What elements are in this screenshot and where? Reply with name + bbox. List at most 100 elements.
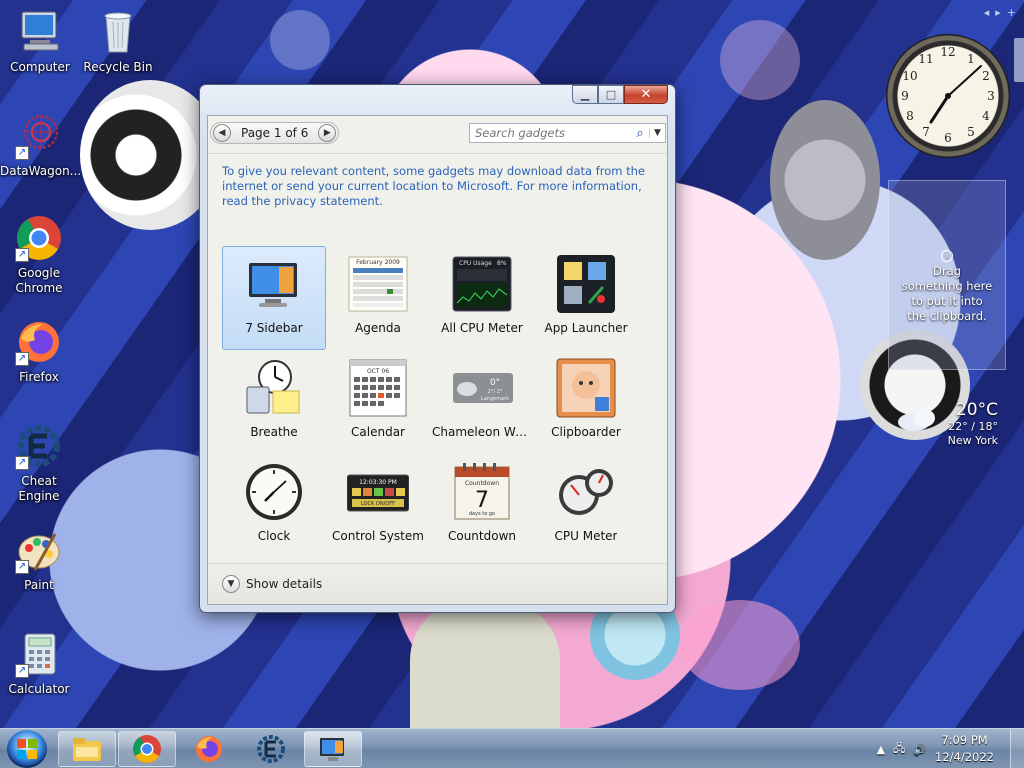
clipboard-hint: Drag something here to put it into the c… bbox=[901, 264, 993, 323]
taskbar-gadgets-button[interactable] bbox=[304, 731, 362, 767]
clock-hands-icon bbox=[929, 65, 982, 124]
wallpaper-bubble bbox=[270, 10, 330, 70]
chevron-down-icon[interactable]: ▼ bbox=[222, 575, 240, 593]
desktop-icon-paint[interactable]: ↗ Paint bbox=[0, 526, 78, 593]
sidebar-next-icon[interactable]: ▸ bbox=[995, 6, 1001, 19]
info-icon: i bbox=[941, 250, 953, 262]
show-details-label: Show details bbox=[246, 577, 323, 591]
shortcut-arrow-icon: ↗ bbox=[15, 248, 29, 262]
weather-city: New York bbox=[947, 434, 998, 447]
countdown-icon: Countdown 7 days to go bbox=[451, 461, 513, 523]
taskbar-date: 12/4/2022 bbox=[935, 750, 994, 764]
agenda-icon: February 2009 bbox=[347, 253, 409, 315]
gadget-item[interactable]: CPU Usage 8% All CPU Meter bbox=[430, 246, 534, 350]
gadget-item[interactable]: OCT 06 Calendar bbox=[326, 350, 430, 454]
show-desktop-button[interactable] bbox=[1010, 729, 1024, 768]
divider bbox=[208, 153, 667, 154]
privacy-notice[interactable]: To give you relevant content, some gadge… bbox=[222, 164, 652, 209]
sidebar-controls: ◂ ▸ + bbox=[984, 6, 1016, 19]
taskbar: ▲ 🖧 🔊 7:09 PM 12/4/2022 bbox=[0, 728, 1024, 768]
gadget-item[interactable]: Clock bbox=[222, 454, 326, 558]
computer-icon bbox=[16, 8, 64, 56]
chevron-left-icon: ◀ bbox=[218, 128, 226, 138]
chevron-right-icon: ▶ bbox=[323, 128, 331, 138]
gadget-toolbar[interactable] bbox=[1014, 38, 1024, 82]
close-button[interactable]: ✕ bbox=[624, 85, 668, 104]
desktop-icon-recycle-bin[interactable]: Recycle Bin bbox=[79, 8, 157, 75]
start-button[interactable] bbox=[7, 730, 47, 768]
system-tray: ▲ 🖧 🔊 7:09 PM 12/4/2022 bbox=[877, 729, 1024, 768]
weather-gadget[interactable]: 20°C 22° / 18° New York bbox=[888, 384, 1006, 456]
gadget-item[interactable]: February 2009 Agenda bbox=[326, 246, 430, 350]
sidebar-prev-icon[interactable]: ◂ bbox=[984, 6, 990, 19]
weather-range: 22° / 18° bbox=[948, 420, 998, 433]
clock-icon bbox=[243, 461, 305, 523]
chrome-icon bbox=[133, 735, 161, 763]
desktop-icon-calculator[interactable]: ↗ Calculator bbox=[0, 630, 78, 697]
taskbar-firefox-button[interactable] bbox=[180, 731, 238, 767]
taskbar-chrome-button[interactable] bbox=[118, 731, 176, 767]
cpu-meter-icon bbox=[555, 461, 617, 523]
svg-text:0°: 0° bbox=[490, 378, 500, 388]
close-icon: ✕ bbox=[640, 87, 652, 102]
desktop-icon-computer[interactable]: Computer bbox=[1, 8, 79, 75]
gadget-item[interactable]: 7 Sidebar bbox=[222, 246, 326, 350]
search-input[interactable] bbox=[470, 124, 631, 142]
prev-page-button[interactable]: ◀ bbox=[213, 124, 231, 142]
taskbar-explorer-button[interactable] bbox=[58, 731, 116, 767]
cloud-icon bbox=[898, 409, 935, 431]
gadget-item[interactable]: Breathe bbox=[222, 350, 326, 454]
volume-icon[interactable]: 🔊 bbox=[913, 743, 927, 756]
sidebar-icon bbox=[243, 253, 305, 315]
gadget-item[interactable]: Clipboarder bbox=[534, 350, 638, 454]
taskbar-clock[interactable]: 7:09 PM 12/4/2022 bbox=[935, 732, 994, 766]
wallpaper-bubble bbox=[680, 600, 800, 690]
firefox-icon bbox=[196, 736, 222, 762]
minimize-icon: ▁ bbox=[580, 88, 590, 101]
gadget-gallery-window: ▁ □ ✕ ◀ Page 1 of 6 ▶ ⌕ ▼ To give you re… bbox=[199, 84, 676, 613]
gadget-item[interactable]: Countdown 7 days to go Countdown bbox=[430, 454, 534, 558]
next-page-button[interactable]: ▶ bbox=[318, 124, 337, 142]
show-hidden-icons-icon[interactable]: ▲ bbox=[877, 743, 885, 756]
desktop: Computer Recycle Bin ↗ DataWagon... ↗ Go… bbox=[0, 0, 1024, 728]
minimize-button[interactable]: ▁ bbox=[572, 85, 598, 104]
shortcut-arrow-icon: ↗ bbox=[15, 456, 29, 470]
network-icon[interactable]: 🖧 bbox=[893, 740, 905, 759]
svg-text:12:03:30 PM: 12:03:30 PM bbox=[359, 479, 397, 486]
wallpaper-bubble bbox=[720, 20, 800, 100]
svg-text:2°/ 2°: 2°/ 2° bbox=[488, 389, 503, 395]
desktop-icon-datawagon[interactable]: ↗ DataWagon... bbox=[0, 112, 81, 179]
maximize-button[interactable]: □ bbox=[598, 85, 624, 104]
calculator-icon: ↗ bbox=[15, 630, 63, 678]
shortcut-arrow-icon: ↗ bbox=[15, 664, 29, 678]
cheat-engine-icon bbox=[257, 735, 285, 763]
desktop-icon-firefox[interactable]: ↗ Firefox bbox=[0, 318, 78, 385]
show-details-bar[interactable]: ▼ Show details bbox=[208, 563, 667, 604]
paint-icon: ↗ bbox=[15, 526, 63, 574]
clock-gadget[interactable]: 12 1 2 3 4 5 6 7 8 9 10 11 bbox=[886, 34, 1010, 158]
taskbar-cheat-engine-button[interactable] bbox=[242, 731, 300, 767]
gadget-item[interactable]: CPU Meter bbox=[534, 454, 638, 558]
gadget-item[interactable]: 12:03:30 PM LOCK ON/OFF Control System bbox=[326, 454, 430, 558]
search-icon[interactable]: ⌕ bbox=[631, 126, 649, 141]
datawagon-icon: ↗ bbox=[15, 112, 63, 160]
gadget-item[interactable]: App Launcher bbox=[534, 246, 638, 350]
taskbar-time: 7:09 PM bbox=[941, 733, 988, 747]
svg-text:February 2009: February 2009 bbox=[356, 259, 400, 266]
svg-text:8%: 8% bbox=[497, 260, 507, 267]
page-label: Page 1 of 6 bbox=[241, 126, 309, 140]
weather-icon: 0° 2°/ 2° Langemark bbox=[451, 357, 513, 419]
sidebar-add-icon[interactable]: + bbox=[1007, 6, 1016, 19]
gallery-content: ◀ Page 1 of 6 ▶ ⌕ ▼ To give you relevant… bbox=[207, 115, 668, 605]
cpu-graph-icon: CPU Usage 8% bbox=[451, 253, 513, 315]
svg-text:7: 7 bbox=[475, 488, 489, 513]
chrome-icon: ↗ bbox=[15, 214, 63, 262]
clipboard-gadget[interactable]: i Drag something here to put it into the… bbox=[888, 180, 1006, 370]
desktop-icon-chrome[interactable]: ↗ Google Chrome bbox=[0, 214, 78, 296]
cheat-engine-icon: ↗ bbox=[15, 422, 63, 470]
weather-temp: 20°C bbox=[955, 400, 998, 420]
gadget-item[interactable]: 0° 2°/ 2° Langemark Chameleon We... bbox=[430, 350, 534, 454]
chevron-down-icon[interactable]: ▼ bbox=[649, 128, 665, 138]
desktop-icon-cheat-engine[interactable]: ↗ Cheat Engine bbox=[0, 422, 78, 504]
gadget-grid: 7 Sidebar February 2009 Agenda CPU Usage… bbox=[222, 246, 642, 558]
